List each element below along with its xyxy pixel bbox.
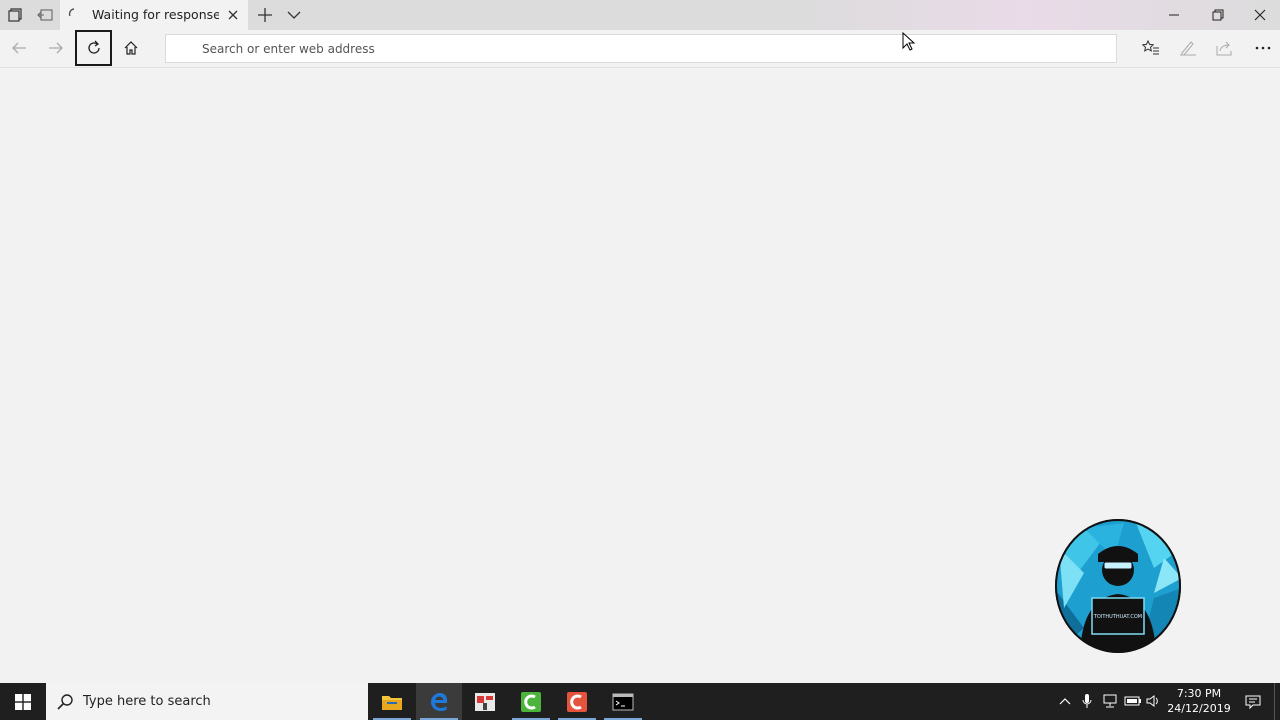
browser-tab[interactable]: Waiting for response fro	[60, 0, 248, 30]
tab-set-aside-icon[interactable]	[5, 5, 25, 25]
microphone-icon[interactable]	[1078, 692, 1096, 710]
folder-icon	[382, 695, 402, 710]
address-bar[interactable]	[165, 34, 1117, 63]
taskbar-command-prompt[interactable]	[600, 683, 646, 720]
show-hidden-icons-chevron-up-icon[interactable]	[1056, 692, 1074, 710]
refresh-icon	[87, 40, 100, 54]
favorites-button[interactable]	[1133, 30, 1169, 66]
taskbar: Type here to search 7:30 PM 24/12/2019	[0, 683, 1280, 720]
taskbar-app-green[interactable]	[508, 683, 554, 720]
camtasia-red-icon	[567, 691, 587, 712]
clock-time: 7:30 PM	[1176, 687, 1222, 700]
close-window-button[interactable]	[1238, 0, 1280, 30]
taskbar-app-red[interactable]	[554, 683, 600, 720]
navigation-bar	[0, 30, 1280, 68]
web-note-button[interactable]	[1170, 30, 1206, 66]
share-button[interactable]	[1207, 30, 1243, 66]
windows-logo-icon	[15, 693, 31, 710]
clock-date: 24/12/2019	[1167, 702, 1231, 715]
minimize-icon	[1169, 14, 1179, 16]
arrow-left-icon	[12, 42, 26, 54]
refresh-button[interactable]	[75, 30, 112, 66]
address-input[interactable]	[202, 41, 1082, 57]
pen-icon	[1180, 41, 1196, 56]
app-tool-icon	[475, 692, 495, 711]
new-tab-icon[interactable]	[256, 6, 274, 24]
mouse-cursor-icon	[902, 32, 916, 51]
share-icon	[1216, 41, 1232, 56]
taskbar-app-red-white[interactable]	[462, 683, 508, 720]
start-button[interactable]	[0, 683, 46, 720]
restore-button[interactable]	[1196, 0, 1240, 30]
taskbar-search-box[interactable]: Type here to search	[46, 683, 368, 720]
home-icon	[124, 41, 138, 55]
taskbar-edge[interactable]	[416, 683, 462, 720]
taskbar-search-placeholder: Type here to search	[83, 694, 211, 709]
favorites-star-icon	[1142, 40, 1159, 55]
taskbar-clock[interactable]: 7:30 PM 24/12/2019	[1166, 686, 1232, 718]
home-button[interactable]	[113, 30, 149, 66]
show-desktop-button[interactable]	[1274, 683, 1280, 720]
watermark-logo: TOITHUTHUAT.COM	[1055, 519, 1181, 653]
terminal-icon	[612, 693, 634, 710]
volume-icon[interactable]	[1145, 692, 1163, 710]
restore-icon	[1212, 9, 1224, 21]
action-center-button[interactable]	[1238, 683, 1268, 720]
battery-icon[interactable]	[1124, 692, 1142, 710]
network-icon[interactable]	[1101, 692, 1119, 710]
chevron-down-icon[interactable]	[286, 7, 302, 23]
loading-spinner-icon	[68, 8, 75, 17]
tab-title: Waiting for response fro	[92, 7, 219, 22]
camtasia-green-icon	[521, 691, 541, 712]
tab-bar: Waiting for response fro	[0, 0, 1280, 30]
arrow-right-icon	[49, 42, 63, 54]
forward-button[interactable]	[38, 30, 74, 66]
settings-more-button[interactable]	[1245, 30, 1280, 66]
logo-text: TOITHUTHUAT.COM	[1093, 614, 1142, 620]
notification-icon	[1245, 695, 1261, 709]
edge-browser-icon	[431, 692, 447, 711]
close-icon	[1254, 9, 1266, 21]
more-dots-icon	[1255, 46, 1271, 50]
minimize-button[interactable]	[1152, 0, 1196, 30]
set-tabs-aside-icon[interactable]	[35, 5, 55, 25]
back-button[interactable]	[1, 30, 37, 66]
taskbar-file-explorer[interactable]	[369, 683, 415, 720]
close-tab-icon[interactable]	[226, 8, 240, 22]
search-icon	[57, 694, 73, 710]
